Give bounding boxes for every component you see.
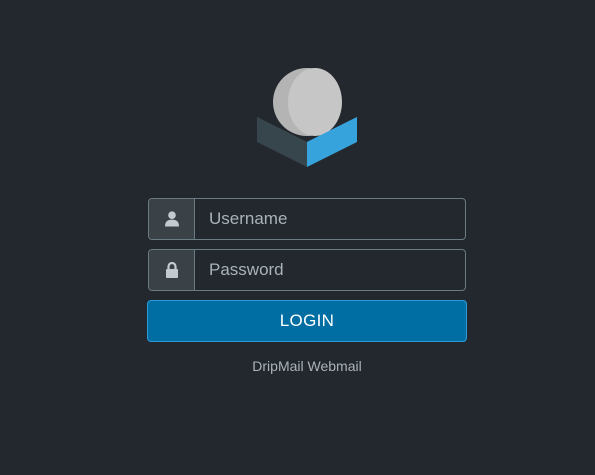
lock-icon <box>149 250 195 290</box>
username-input[interactable] <box>195 199 465 239</box>
password-field <box>148 249 466 291</box>
password-input[interactable] <box>195 250 465 290</box>
product-name: DripMail Webmail <box>252 358 362 374</box>
login-page: LOGIN DripMail Webmail <box>0 0 595 475</box>
username-field <box>148 198 466 240</box>
logo-icon <box>254 67 360 171</box>
user-icon <box>149 199 195 239</box>
login-button[interactable]: LOGIN <box>147 300 467 342</box>
